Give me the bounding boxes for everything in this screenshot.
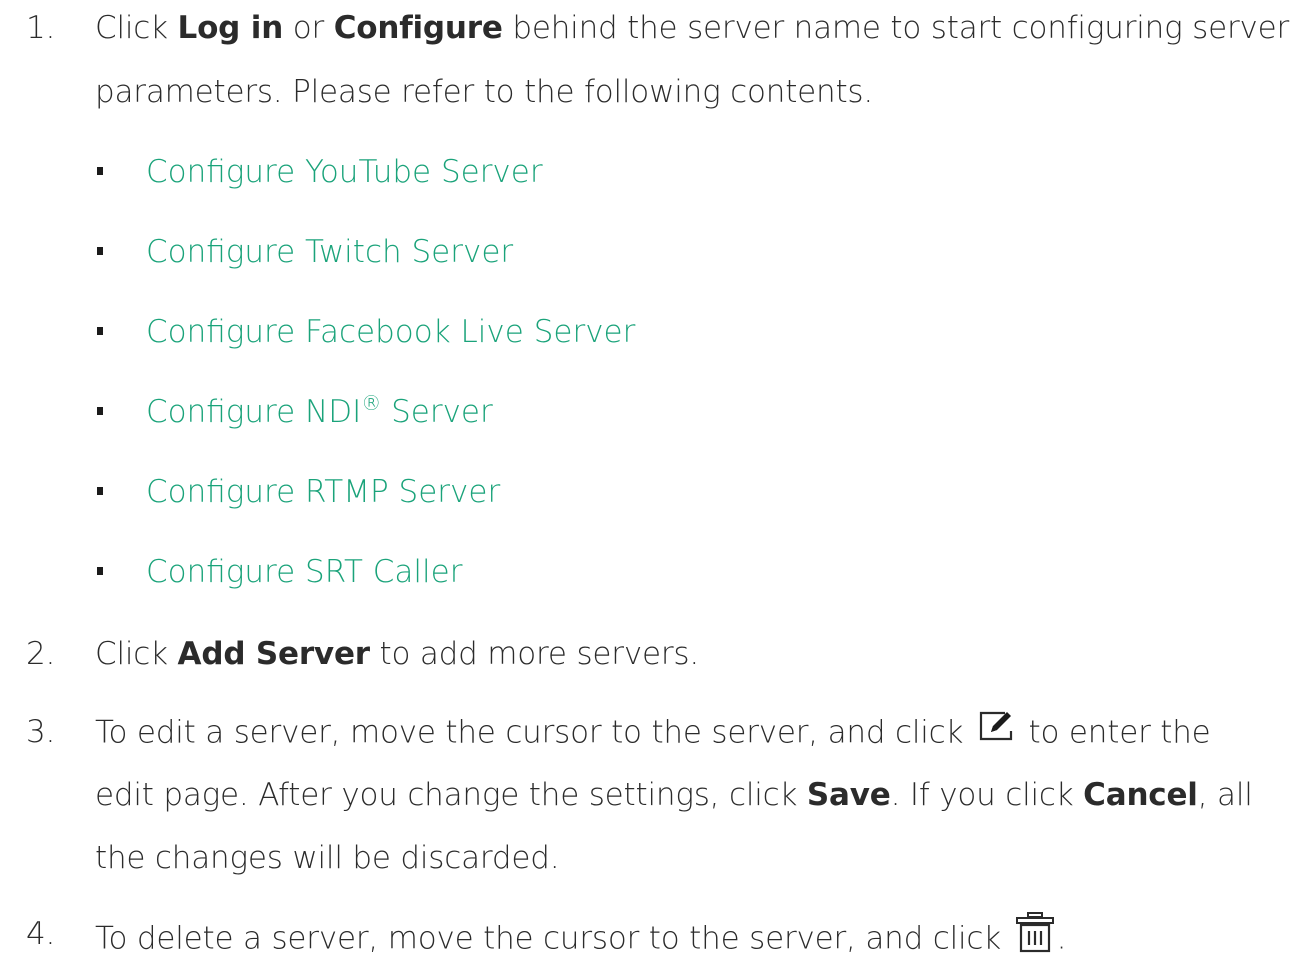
link-configure-facebook-live[interactable]: Configure Facebook Live Server: [146, 312, 635, 352]
step-number: 4.: [26, 916, 56, 952]
bullet: [97, 167, 103, 175]
edit-icon: [977, 709, 1017, 753]
link-configure-youtube[interactable]: Configure YouTube Server: [146, 152, 543, 192]
link-configure-ndi[interactable]: Configure NDI® Server: [146, 392, 493, 432]
link-configure-rtmp[interactable]: Configure RTMP Server: [146, 472, 500, 512]
step-number: 2.: [26, 636, 56, 672]
bullet: [97, 247, 103, 255]
bullet: [97, 327, 103, 335]
save-term: Save: [806, 777, 891, 813]
instruction-document: 1. Click Log in or Configure behind the …: [0, 0, 1303, 961]
bullet: [97, 567, 103, 575]
bullet: [97, 487, 103, 495]
login-term: Log in: [177, 10, 284, 46]
step-text: Click Log in or Configure behind the ser…: [95, 10, 1290, 46]
step-text: edit page. After you change the settings…: [95, 777, 1253, 813]
add-server-term: Add Server: [177, 636, 371, 672]
step-text: parameters. Please refer to the followin…: [95, 74, 874, 110]
step-number: 3.: [26, 714, 56, 750]
step-text: the changes will be discarded.: [95, 840, 560, 876]
step-text: To edit a server, move the cursor to the…: [95, 709, 1211, 756]
cancel-term: Cancel: [1083, 777, 1198, 813]
step-number: 1.: [26, 10, 56, 46]
link-configure-srt-caller[interactable]: Configure SRT Caller: [146, 552, 462, 592]
bullet: [97, 407, 103, 415]
step-text: To delete a server, move the cursor to t…: [95, 911, 1067, 966]
registered-mark: ®: [361, 391, 382, 415]
trash-icon: [1015, 911, 1055, 963]
step-text: Click Add Server to add more servers.: [95, 636, 699, 672]
configure-term: Configure: [333, 10, 503, 46]
link-configure-twitch[interactable]: Configure Twitch Server: [146, 232, 513, 272]
